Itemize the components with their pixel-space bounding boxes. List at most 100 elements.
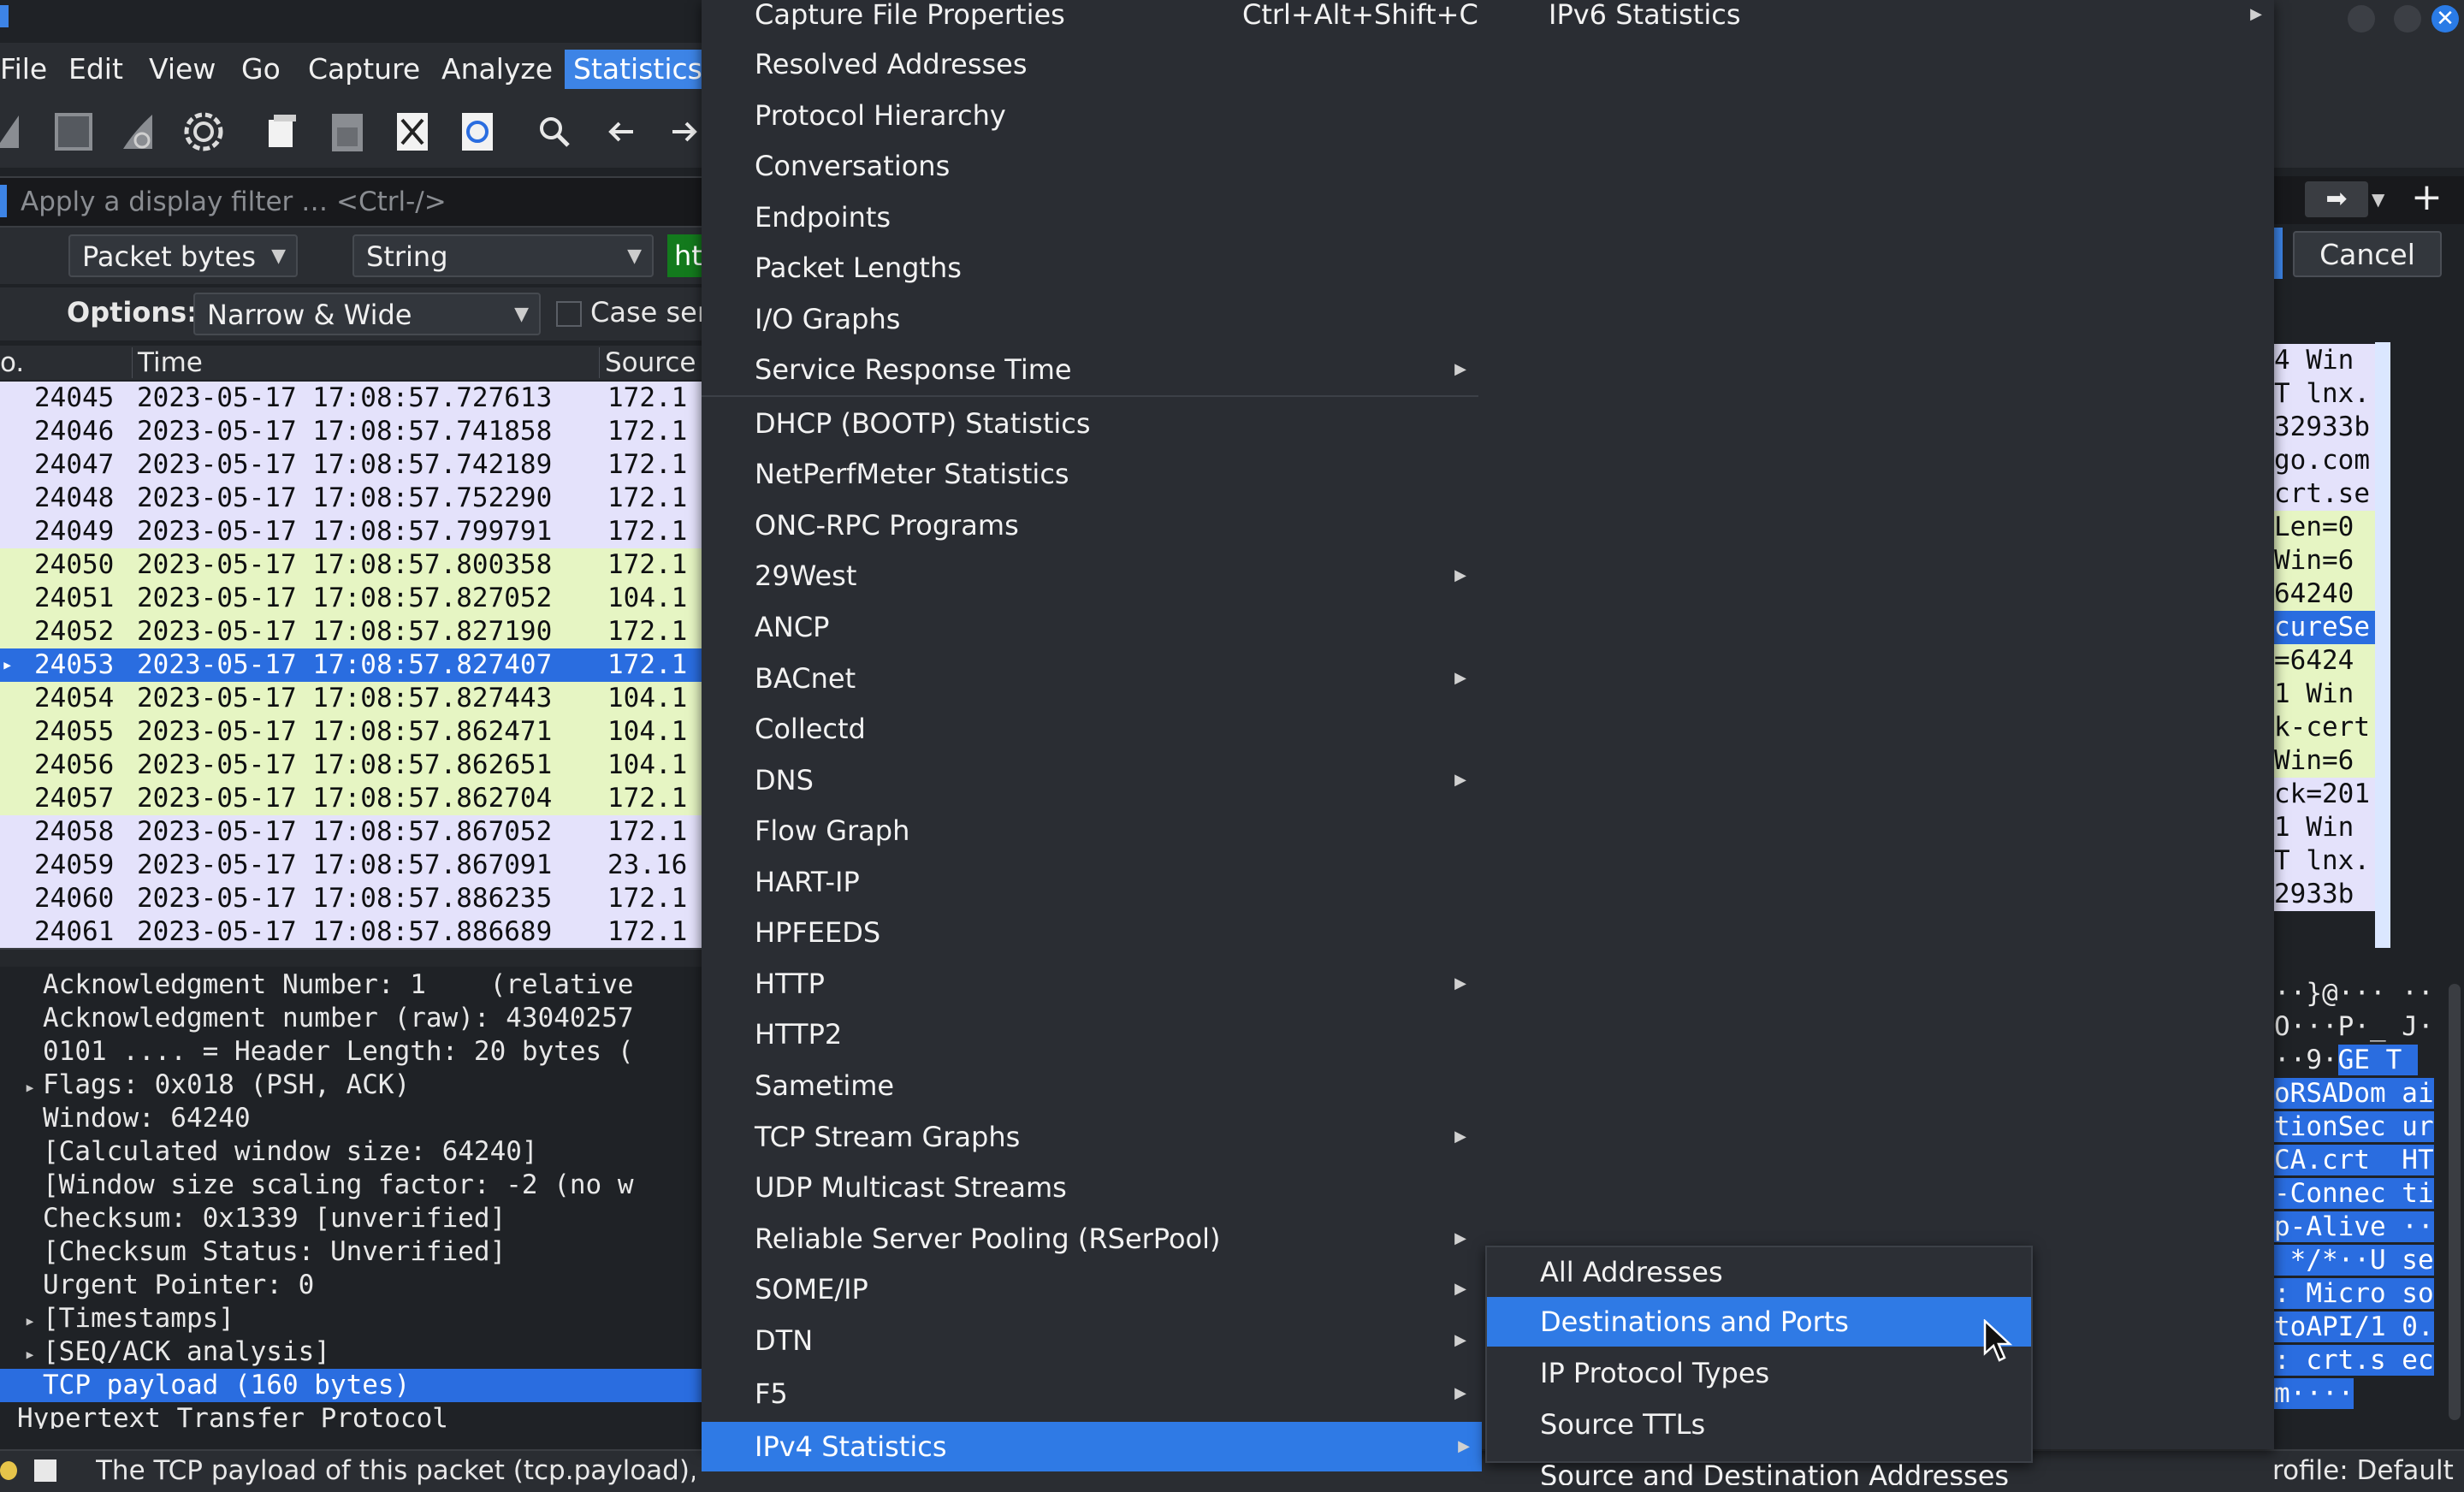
- packet-row[interactable]: 24053 2023-05-17 17:08:57.827407 172.1 ▸: [0, 648, 702, 682]
- menu-item-onc-rpc-programs[interactable]: ONC-RPC Programs: [702, 500, 1478, 550]
- menu-file[interactable]: File: [0, 50, 56, 89]
- menu-item-i-o-graphs[interactable]: I/O Graphs: [702, 294, 1478, 344]
- detail-tree-item[interactable]: [Calculated window size: 64240]: [0, 1135, 702, 1169]
- menu-item-protocol-hierarchy[interactable]: Protocol Hierarchy: [702, 91, 1478, 140]
- menu-item-sametime[interactable]: Sametime: [702, 1061, 1478, 1110]
- menu-item-ancp[interactable]: ANCP: [702, 602, 1478, 652]
- menu-item-resolved-addresses[interactable]: Resolved Addresses: [702, 39, 1478, 89]
- detail-tree-item[interactable]: Hypertext Transfer Protocol: [0, 1402, 702, 1429]
- menu-item-bacnet[interactable]: BACnet ▶: [702, 654, 1478, 703]
- apply-filter-arrow-icon[interactable]: ➡: [2305, 181, 2368, 217]
- menu-item-dns[interactable]: DNS ▶: [702, 755, 1478, 805]
- expert-info-icon[interactable]: [0, 1461, 17, 1480]
- menu-item-hpfeeds[interactable]: HPFEEDS: [702, 908, 1478, 957]
- menu-capture[interactable]: Capture: [299, 50, 429, 89]
- profile-label[interactable]: rofile: Default: [2272, 1451, 2454, 1490]
- menu-item-collectd[interactable]: Collectd: [702, 704, 1478, 754]
- detail-tree-item[interactable]: [Window size scaling factor: -2 (no w: [0, 1169, 702, 1202]
- menu-item-f5[interactable]: F5 ▶: [702, 1369, 1478, 1418]
- packet-row[interactable]: 24049 2023-05-17 17:08:57.799791 172.1: [0, 515, 702, 548]
- search-scope-select[interactable]: Packet bytes ▼: [68, 234, 298, 277]
- column-no[interactable]: o.: [0, 347, 24, 378]
- packet-row[interactable]: 24060 2023-05-17 17:08:57.886235 172.1: [0, 882, 702, 915]
- packet-info-cell[interactable]: Win=6: [2274, 544, 2375, 577]
- packet-row[interactable]: 24051 2023-05-17 17:08:57.827052 104.1: [0, 582, 702, 615]
- find-button-edge[interactable]: [2274, 228, 2283, 279]
- menu-item-udp-multicast-streams[interactable]: UDP Multicast Streams: [702, 1163, 1478, 1212]
- filter-bookmark-icon[interactable]: [0, 185, 7, 217]
- packet-info-cell[interactable]: 64240: [2274, 577, 2375, 611]
- menu-item-packet-lengths[interactable]: Packet Lengths: [702, 243, 1478, 293]
- bytes-scrollbar[interactable]: [2449, 984, 2461, 1420]
- menu-item-ipv6-statistics[interactable]: IPv6 Statistics ▶: [1478, 0, 2274, 39]
- open-file-icon[interactable]: [255, 104, 310, 159]
- shark-fin-restart-icon[interactable]: [111, 104, 166, 159]
- packet-row[interactable]: 24046 2023-05-17 17:08:57.741858 172.1: [0, 415, 702, 448]
- detail-tree-item[interactable]: Checksum: 0x1339 [unverified]: [0, 1202, 702, 1235]
- menu-go[interactable]: Go: [233, 50, 289, 89]
- packet-info-cell[interactable]: Len=0: [2274, 511, 2375, 544]
- charset-select[interactable]: Narrow & Wide ▼: [193, 293, 541, 335]
- packet-info-cell[interactable]: 4 Win: [2274, 344, 2375, 377]
- packet-row[interactable]: 24059 2023-05-17 17:08:57.867091 23.16: [0, 849, 702, 882]
- packet-row[interactable]: 24050 2023-05-17 17:08:57.800358 172.1: [0, 548, 702, 582]
- menu-edit[interactable]: Edit: [60, 50, 132, 89]
- packet-info-cell[interactable]: Win=6: [2274, 744, 2375, 778]
- packet-info-cell[interactable]: go.com: [2274, 444, 2375, 477]
- packet-row[interactable]: 24048 2023-05-17 17:08:57.752290 172.1: [0, 482, 702, 515]
- detail-tree-item[interactable]: ▸ [Timestamps]: [0, 1302, 702, 1335]
- menu-item-tcp-stream-graphs[interactable]: TCP Stream Graphs ▶: [702, 1112, 1478, 1162]
- menu-item-some-ip[interactable]: SOME/IP ▶: [702, 1264, 1478, 1314]
- menu-item-flow-graph[interactable]: Flow Graph: [702, 806, 1478, 856]
- packet-list-scrollbar[interactable]: [2375, 342, 2390, 948]
- packet-row[interactable]: 24047 2023-05-17 17:08:57.742189 172.1: [0, 448, 702, 482]
- expand-arrow-icon[interactable]: ▸: [17, 1338, 43, 1371]
- close-file-icon[interactable]: [385, 104, 440, 159]
- menu-item-service-response-time[interactable]: Service Response Time ▶: [702, 345, 1478, 394]
- detail-tree-item[interactable]: Urgent Pointer: 0: [0, 1269, 702, 1302]
- menu-item-hart-ip[interactable]: HART-IP: [702, 857, 1478, 907]
- packet-row[interactable]: 24057 2023-05-17 17:08:57.862704 172.1: [0, 782, 702, 815]
- shark-fin-start-icon[interactable]: [0, 104, 38, 159]
- detail-tree-item[interactable]: Acknowledgment Number: 1 (relative: [0, 968, 702, 1002]
- menu-item-endpoints[interactable]: Endpoints: [702, 192, 1478, 242]
- submenu-item-ip-protocol-types[interactable]: IP Protocol Types: [1487, 1348, 2031, 1398]
- packet-info-cell[interactable]: k-cert: [2274, 711, 2375, 744]
- packet-row[interactable]: 24052 2023-05-17 17:08:57.827190 172.1: [0, 615, 702, 648]
- packet-row[interactable]: 24045 2023-05-17 17:08:57.727613 172.1: [0, 382, 702, 415]
- expand-arrow-icon[interactable]: ▸: [17, 1305, 43, 1338]
- packet-info-cell[interactable]: T lnx.: [2274, 844, 2375, 878]
- packet-info-cell[interactable]: 1 Win: [2274, 811, 2375, 844]
- packet-info-cell[interactable]: 32933b: [2274, 411, 2375, 444]
- menu-item-reliable-server-pooling-rserpool[interactable]: Reliable Server Pooling (RSerPool) ▶: [702, 1214, 1478, 1264]
- maximize-icon[interactable]: [2394, 5, 2421, 33]
- packet-row[interactable]: 24054 2023-05-17 17:08:57.827443 104.1: [0, 682, 702, 715]
- menu-item-netperfmeter-statistics[interactable]: NetPerfMeter Statistics: [702, 449, 1478, 499]
- gear-options-icon[interactable]: [176, 104, 231, 159]
- menu-item-conversations[interactable]: Conversations: [702, 141, 1478, 191]
- packet-info-cell[interactable]: ck=201: [2274, 778, 2375, 811]
- packet-row[interactable]: 24058 2023-05-17 17:08:57.867052 172.1: [0, 815, 702, 849]
- detail-tree-item[interactable]: ▸ [SEQ/ACK analysis]: [0, 1335, 702, 1369]
- menu-item-ipv4-statistics[interactable]: IPv4 Statistics ▶: [702, 1422, 1482, 1471]
- column-source[interactable]: Source: [599, 347, 696, 378]
- search-type-select[interactable]: String ▼: [352, 234, 654, 277]
- display-filter-bar[interactable]: Apply a display filter … <Ctrl-/>: [0, 176, 702, 228]
- packet-row[interactable]: 24061 2023-05-17 17:08:57.886689 172.1: [0, 915, 702, 948]
- case-sensitive-checkbox[interactable]: [556, 301, 582, 327]
- menu-item-dtn[interactable]: DTN ▶: [702, 1316, 1478, 1365]
- search-icon[interactable]: [527, 104, 582, 159]
- menu-analyze[interactable]: Analyze: [433, 50, 561, 89]
- stop-square-icon[interactable]: [46, 104, 101, 159]
- packet-row[interactable]: 24055 2023-05-17 17:08:57.862471 104.1: [0, 715, 702, 749]
- packet-info-cell[interactable]: T lnx.: [2274, 377, 2375, 411]
- submenu-item-source-ttls[interactable]: Source TTLs: [1487, 1400, 2031, 1449]
- packet-info-cell[interactable]: 1 Win: [2274, 678, 2375, 711]
- reload-icon[interactable]: [450, 104, 505, 159]
- submenu-item-source-and-destination-addresses[interactable]: Source and Destination Addresses: [1487, 1451, 2031, 1485]
- pane-splitter[interactable]: [0, 948, 702, 968]
- detail-tree-item[interactable]: TCP payload (160 bytes): [0, 1369, 702, 1402]
- menu-item-http2[interactable]: HTTP2: [702, 1009, 1478, 1059]
- add-filter-button-icon[interactable]: +: [2411, 176, 2443, 219]
- packet-info-cell[interactable]: 2933b: [2274, 878, 2375, 911]
